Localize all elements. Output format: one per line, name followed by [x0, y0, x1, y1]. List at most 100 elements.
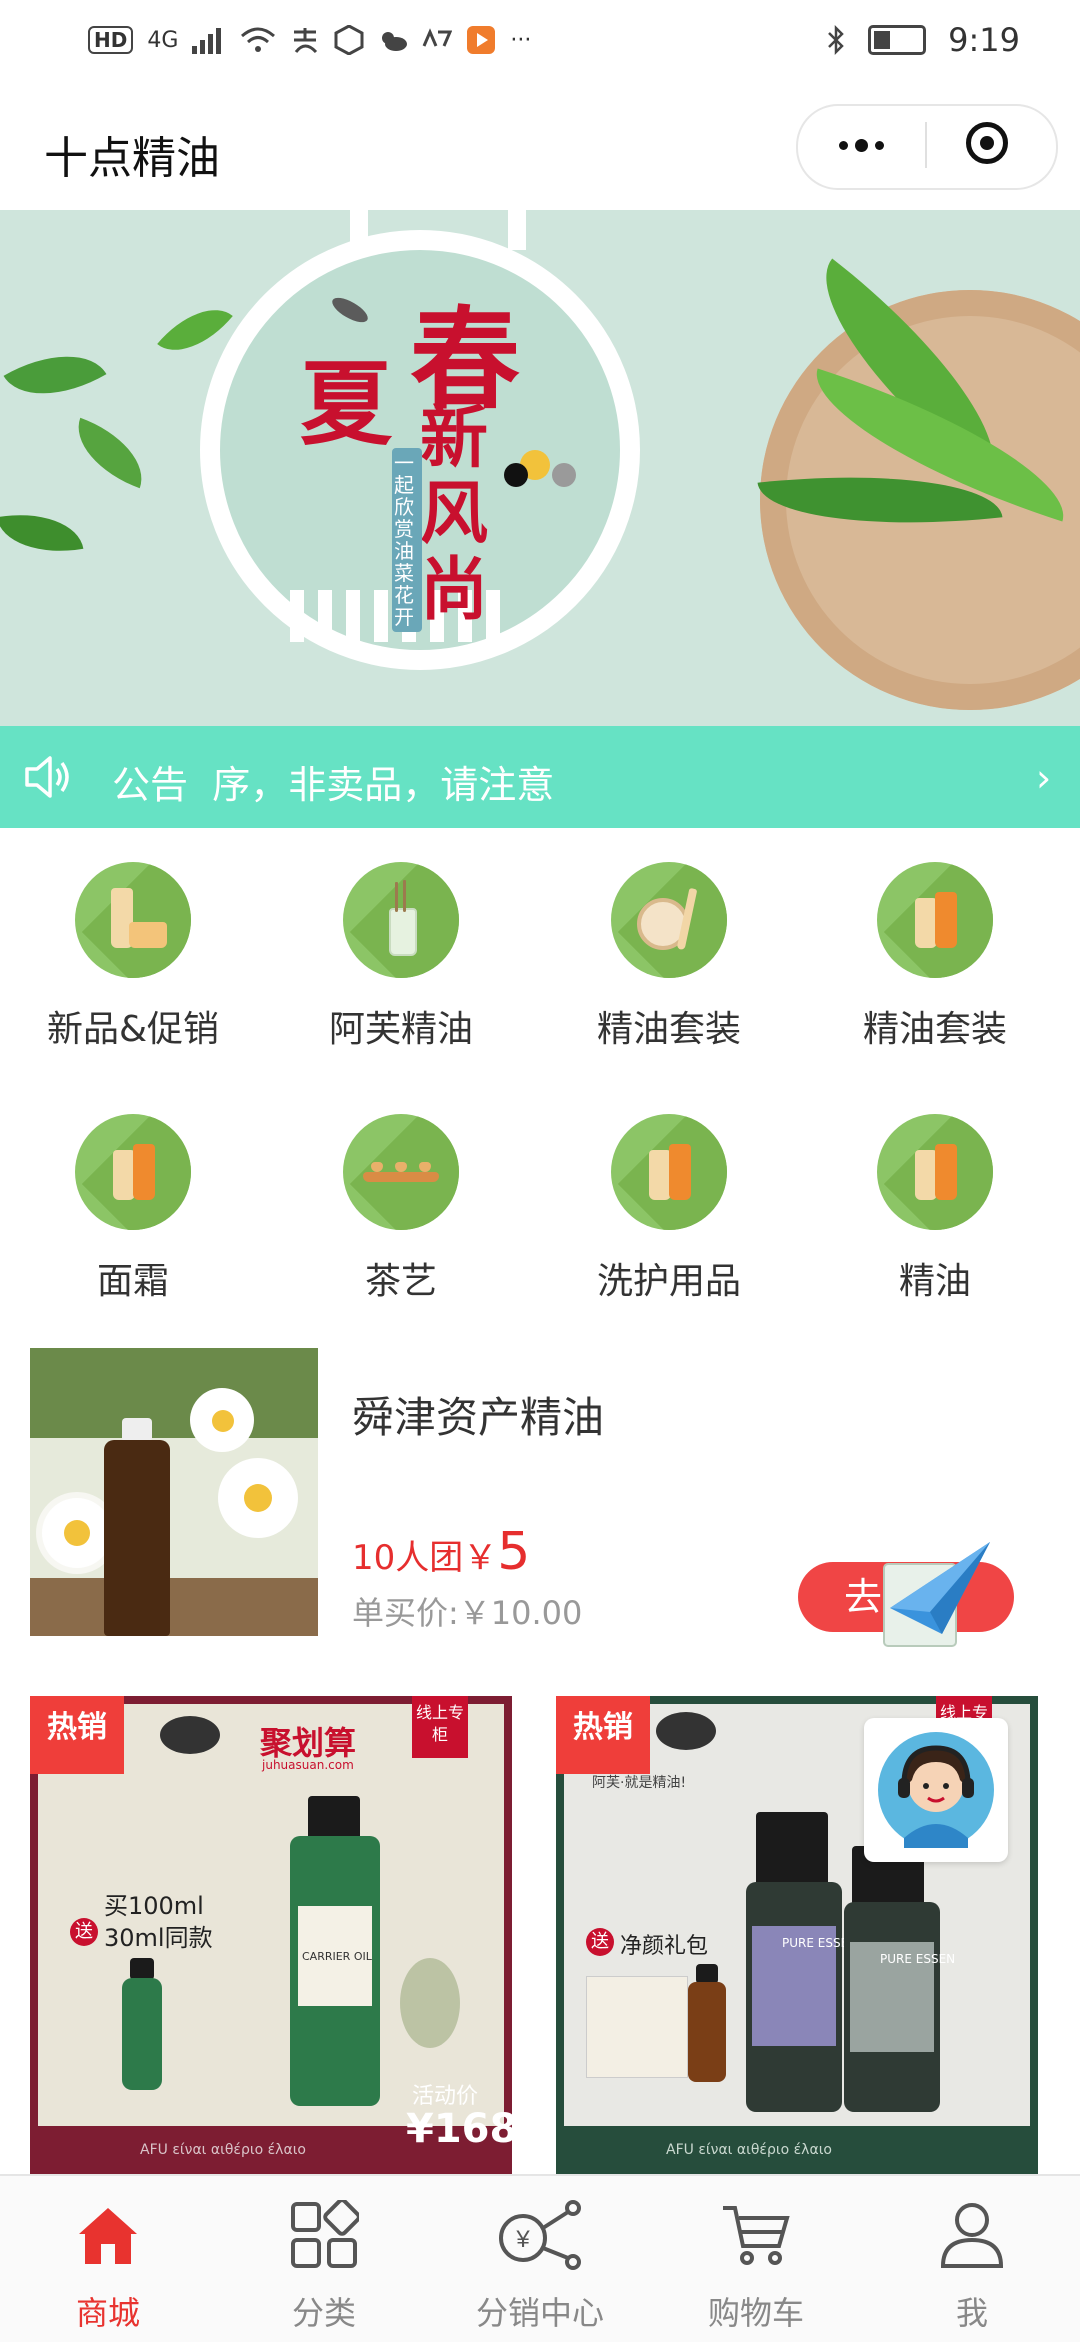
category-label: 阿芙精油 [328, 1009, 473, 1050]
video-app-icon [467, 26, 496, 54]
hd-indicator: HD [88, 26, 134, 54]
category-tea[interactable]: 茶艺 [306, 1114, 496, 1304]
carousel-dot-active[interactable] [504, 463, 528, 487]
category-essential-oil[interactable]: 精油 [840, 1114, 1030, 1304]
afu-logo [656, 1712, 716, 1750]
capsule-divider [925, 122, 927, 168]
cosmetics-icon [75, 862, 191, 978]
hand-badge-icon [334, 25, 364, 55]
grid-icon [289, 2198, 361, 2270]
tab-cart[interactable]: 购物车 [648, 2200, 864, 2334]
brand-slogan: 阿芙·就是精油! [592, 1775, 687, 1791]
cart-icon [721, 2200, 791, 2270]
agent-avatar-icon [878, 1732, 994, 1848]
compact-brush-icon [611, 862, 727, 978]
gift-pack-text: 净颜礼包 [620, 1934, 709, 1959]
status-left: HD 4G ··· [88, 18, 531, 62]
notice-message: 序，非卖品，请注意 [212, 763, 555, 807]
juhuasuan-url: juhuasuan.com [262, 1758, 354, 1772]
group-product-image[interactable] [30, 1348, 318, 1636]
more-notifications-icon: ··· [510, 27, 532, 53]
category-new-promo[interactable]: 新品&促销 [38, 862, 228, 1052]
category-face-cream[interactable]: 面霜 [38, 1114, 228, 1304]
category-label: 面霜 [96, 1261, 169, 1302]
signal-bars-icon [192, 28, 222, 54]
promo-price: ¥168 [406, 2106, 512, 2152]
group-product-title[interactable]: 舜津资产精油 [352, 1384, 604, 1445]
hot-sale-badge: 热销 [30, 1696, 124, 1774]
category-oil-set[interactable]: 精油套装 [574, 862, 764, 1052]
tab-label: 购物车 [707, 2294, 804, 2332]
banner-title-summer: 夏 [300, 350, 393, 458]
promo-buy-line: 买100ml [104, 1892, 204, 1920]
bluetooth-icon [828, 24, 844, 56]
category-label: 精油 [898, 1261, 971, 1302]
customer-service-button[interactable] [864, 1718, 1008, 1862]
status-right: 9:19 [826, 16, 1020, 64]
pump-bottles-icon [877, 1114, 993, 1230]
svg-text:¥: ¥ [515, 2226, 530, 2253]
group-price-label: 10人团￥ [352, 1538, 498, 1578]
category-oil-set-2[interactable]: 精油套装 [840, 862, 1030, 1052]
paper-plane-icon[interactable] [878, 1538, 994, 1654]
carousel-dot[interactable] [552, 463, 576, 487]
vine-decoration [64, 417, 156, 489]
tea-set-icon [343, 1114, 459, 1230]
carrier-oil-label: CARRIER OIL [302, 1950, 372, 1963]
page-title: 十点精油 [44, 133, 220, 184]
afu-logo [160, 1716, 220, 1754]
promo-gift-line: 30ml同款 [104, 1924, 213, 1952]
tab-label: 商城 [75, 2294, 140, 2332]
tab-label: 分销中心 [475, 2294, 604, 2332]
online-tag: 线上专柜 [412, 1696, 468, 1758]
notice-content: 公告 序，非卖品，请注意 [112, 754, 554, 809]
hot-product-card[interactable]: 热销 线上专柜 聚划算 juhuasuan.com 买100ml 送 30ml同… [30, 1696, 512, 2180]
pump-bottles-icon [75, 1114, 191, 1230]
card-footer-text: AFU είναι αιθέριο έλαιο [140, 2142, 306, 2158]
group-price: 10人团￥5 [352, 1522, 530, 1582]
weather-icon [382, 32, 408, 51]
close-miniprogram-button[interactable] [966, 122, 1008, 164]
send-badge: 送 [70, 1918, 98, 1946]
group-price-value: 5 [497, 1522, 531, 1582]
single-buy-price: 单买价:￥10.00 [352, 1594, 583, 1632]
banner-slogan: 一起欣赏油菜花开 [392, 448, 422, 632]
tab-distribution[interactable]: ¥ 分销中心 [432, 2200, 648, 2334]
category-label: 精油套装 [862, 1009, 1007, 1050]
category-afu-oil[interactable]: 阿芙精油 [306, 862, 496, 1052]
tab-label: 分类 [291, 2294, 356, 2332]
card-footer-text: AFU είναι αιθέριο έλαιο [666, 2142, 832, 2158]
hot-sale-badge: 热销 [556, 1696, 650, 1774]
herb-decoration [400, 1958, 460, 2048]
home-icon [73, 2200, 143, 2270]
diffuser-icon [343, 862, 459, 978]
category-label: 新品&促销 [46, 1009, 220, 1050]
app-notification-icon [423, 28, 453, 47]
more-menu-button[interactable] [833, 118, 889, 172]
banner-carousel[interactable]: 春 夏 新风尚 一起欣赏油菜花开 [0, 210, 1080, 726]
signal-indicator: 4G [147, 27, 179, 53]
tab-label: 我 [955, 2294, 988, 2332]
category-label: 茶艺 [364, 1261, 437, 1302]
tab-me[interactable]: 我 [864, 2200, 1080, 2334]
chevron-right-icon[interactable]: › [1036, 756, 1051, 800]
vine-decoration [3, 330, 107, 420]
alipay-icon [294, 28, 318, 54]
share-yen-icon: ¥ [495, 2200, 585, 2270]
notice-label: 公告 [112, 763, 189, 807]
speaker-icon [25, 756, 69, 798]
tab-category[interactable]: 分类 [216, 2198, 432, 2334]
user-icon [937, 2200, 1007, 2270]
banner-subtitle: 新风尚 [420, 398, 489, 630]
bottle-label: PURE ESSEN [880, 1952, 956, 1966]
category-toiletries[interactable]: 洗护用品 [574, 1114, 764, 1304]
tab-mall[interactable]: 商城 [0, 2200, 216, 2334]
battery-icon [868, 25, 927, 55]
category-label: 洗护用品 [596, 1261, 741, 1302]
amber-bottle [688, 1982, 726, 2082]
status-time: 9:19 [948, 21, 1020, 59]
category-label: 精油套装 [596, 1009, 741, 1050]
vine-decoration [0, 503, 84, 563]
pump-bottles-icon [611, 1114, 727, 1230]
gift-card [586, 1976, 688, 2078]
